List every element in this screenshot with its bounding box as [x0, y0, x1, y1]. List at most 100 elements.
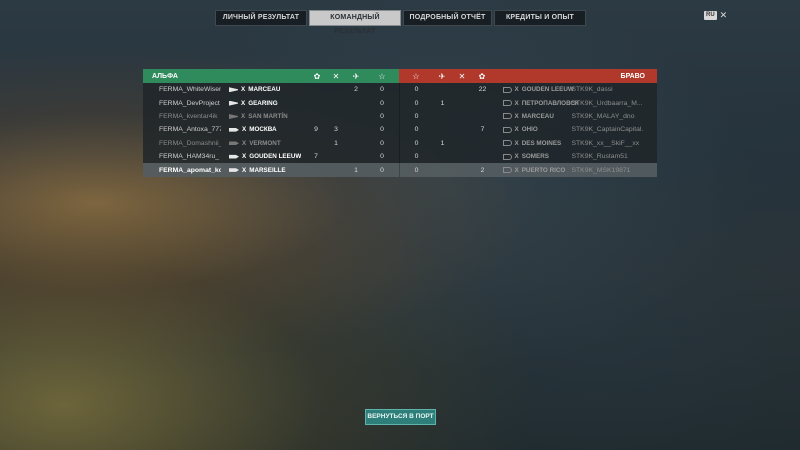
stat-ribbons — [477, 110, 489, 123]
ship-cell: X SOMERS — [502, 150, 549, 163]
lang-close-area: RU ✕ — [704, 11, 727, 20]
stat-score: 0 — [414, 99, 419, 107]
tab-personal-result[interactable]: ЛИЧНЫЙ РЕЗУЛЬТАТ — [215, 10, 307, 26]
ship-tier: X — [242, 153, 247, 161]
stat-kills — [457, 137, 469, 150]
table-row[interactable]: FERMA_kventar4ik X SAN MARTÍN 0 0 X MARCEAU STK… — [143, 109, 658, 124]
player-name: FERMA_apomat_ko3bl... — [159, 166, 221, 174]
stat-kills — [457, 163, 469, 176]
ship-tier: X — [242, 126, 247, 134]
alpha-player-cell: FERMA_DevProject X GEARING 0 — [143, 96, 399, 109]
stat-planes: 2 — [354, 86, 358, 94]
player-name: FERMA_HAM34ru_ — [159, 153, 220, 161]
bravo-player-cell: 0 22 X GOUDEN LEEUW STK9K_dassi — [398, 83, 658, 97]
stat-ribbons: 22 — [478, 86, 487, 94]
tab-team-result[interactable]: КОМАНДНЫЙ РЕЗУЛЬТАТ — [309, 10, 401, 35]
close-icon[interactable]: ✕ — [720, 11, 728, 20]
stat-score: 0 — [414, 126, 419, 134]
bravo-player-cell: 0 1 X ПЕТРОПАВЛОВСК STK9K_Urdbaarra_M... — [398, 96, 658, 110]
stat-ribbons — [310, 96, 322, 109]
stat-ribbons: 2 — [480, 166, 485, 174]
tab-credits-xp[interactable]: КРЕДИТЫ И ОПЫТ — [494, 10, 586, 26]
stat-planes: 1 — [354, 166, 358, 174]
team-bravo-header: ☆ ✈ ✕ ✿ БРАВО — [399, 69, 657, 83]
table-row[interactable]: FERMA_Domashnii_k...XVERMONT1001XDES MOI… — [143, 136, 657, 150]
ship-name: OHIO — [521, 126, 538, 134]
star-icon: ☆ — [378, 71, 386, 81]
ship-class-icon — [502, 100, 512, 107]
ship-name: MARCEAU — [248, 86, 281, 94]
ship-tier: X — [514, 86, 519, 94]
ship-tier: X — [514, 153, 519, 161]
ship-class-icon — [229, 128, 239, 132]
stat-ribbons: 7 — [314, 153, 318, 161]
team-bravo-name: БРАВО — [620, 72, 645, 80]
tab-detailed-report[interactable]: ПОДРОБНЫЙ ОТЧЁТ — [403, 10, 492, 26]
stat-ribbons — [477, 96, 489, 109]
ship-cell: X GOUDEN LEEUW — [502, 83, 574, 96]
ship-class-icon — [502, 126, 512, 133]
stat-planes — [437, 83, 449, 96]
stat-planes — [350, 137, 362, 150]
ship-name: GEARING — [248, 99, 278, 107]
stat-score: 0 — [380, 112, 384, 120]
alpha-player-cell: FERMA_WhiteWisent_ XMARCEAU 2 0 — [143, 83, 399, 96]
table-header: АЛЬФА ✿ ✕ ✈ ☆ ☆ ✈ ✕ ✿ БРАВО — [143, 69, 657, 83]
ship-name: GOUDEN LEEUW — [521, 86, 574, 94]
ship-class-icon — [229, 168, 239, 172]
alpha-player-cell: FERMA_Antoxa_777z X МОСКВА 9 3 0 — [143, 123, 399, 136]
player-name: STK9K_Urdbaarra_M... — [571, 99, 643, 107]
ship-name: GOUDEN LEEUW — [249, 153, 302, 161]
stat-ribbons — [310, 110, 322, 123]
return-to-port-button[interactable]: ВЕРНУТЬСЯ В ПОРТ — [365, 409, 436, 425]
alpha-player-cell: FERMA_apomat_ko3bl... XMARSEILLE 1 0 — [143, 163, 399, 176]
stat-kills — [457, 123, 469, 136]
ship-class-icon — [229, 87, 238, 93]
ribbon-icon: ✿ — [478, 71, 486, 81]
ship-name: MARCEAU — [521, 112, 554, 120]
stat-planes — [350, 96, 362, 109]
table-row[interactable]: FERMA_WhiteWisent_XMARCEAU20022XGOUDEN L… — [143, 83, 658, 97]
ship-cell: X MARSEILLE — [229, 163, 286, 176]
stat-planes — [437, 110, 449, 123]
ship-name: SOMERS — [521, 153, 549, 161]
ship-cell: X OHIO — [502, 123, 538, 136]
table-row[interactable]: FERMA_HAM34ru_ X GOUDEN LEEUW 7 0 0 X SOMERS STK… — [143, 149, 657, 164]
stat-score: 0 — [414, 112, 419, 120]
stat-planes — [437, 123, 449, 136]
ship-tier: X — [514, 139, 519, 147]
ship-tier: X — [514, 112, 519, 120]
table-row[interactable]: FERMA_Antoxa_777z X МОСКВА 9 3 0 0 7 X OHIO STK9K_… — [143, 123, 657, 137]
ship-name: DES MOINES — [521, 139, 562, 147]
stat-planes — [350, 150, 362, 163]
stat-kills — [330, 110, 342, 123]
stat-score: 0 — [380, 99, 384, 107]
stat-score: 0 — [380, 166, 384, 174]
ship-name: MARSEILLE — [249, 166, 286, 174]
ship-tier: X — [514, 99, 519, 107]
stat-ribbons: 9 — [314, 126, 318, 134]
stat-score: 0 — [414, 86, 419, 94]
player-name: FERMA_WhiteWisent_ — [159, 86, 221, 94]
ship-class-icon — [502, 113, 512, 120]
ship-class-icon — [502, 153, 512, 160]
ship-cell: X MARCEAU — [229, 83, 280, 96]
table-body: FERMA_WhiteWisent_XMARCEAU20022XGOUDEN L… — [143, 83, 657, 177]
language-badge[interactable]: RU — [704, 11, 717, 20]
ship-tier: X — [514, 126, 519, 134]
table-row[interactable]: FERMA_DevProject X GEARING 0 0 1 X ПЕТРОПАВЛОВС… — [143, 96, 658, 110]
ship-cell: X DES MOINES — [502, 137, 562, 150]
ship-name: ПЕТРОПАВЛОВСК — [521, 99, 579, 107]
ship-name: VERMONT — [249, 139, 281, 147]
stat-score: 0 — [380, 153, 384, 161]
bravo-player-cell: 0 X MARCEAU STK9K_MALAY_dno — [398, 109, 658, 124]
bravo-player-cell: 0 2 X PUERTO RICO STK9K_MSK19871 — [398, 163, 658, 177]
alpha-player-cell: FERMA_HAM34ru_ X GOUDEN LEEUW 7 0 — [143, 150, 399, 163]
player-name: FERMA_kventar4ik — [159, 112, 218, 120]
table-row[interactable]: FERMA_apomat_ko3bl... XMARSEILLE 1 0 02XPUER… — [143, 163, 658, 177]
ship-name: МОСКВА — [249, 126, 277, 134]
stat-ribbons: 7 — [480, 126, 485, 134]
ship-name: SAN MARTÍN — [248, 112, 288, 120]
player-name: STK9K_xx__SkiF__xx — [571, 139, 640, 147]
stat-score: 0 — [380, 139, 384, 147]
